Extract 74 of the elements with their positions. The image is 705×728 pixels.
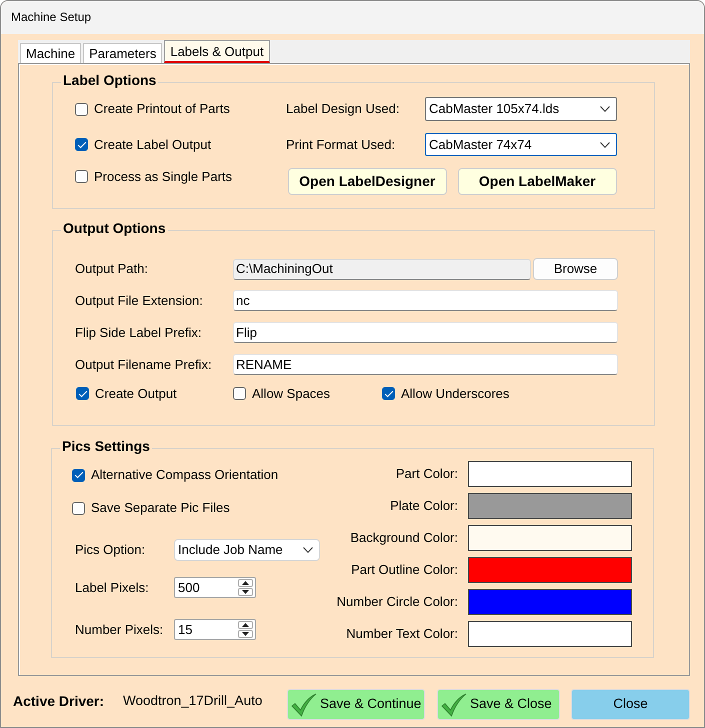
group-title: Output Options — [61, 220, 168, 236]
color-swatch[interactable] — [468, 557, 632, 583]
text-field[interactable]: RENAME — [233, 354, 618, 375]
text-field[interactable]: Flip — [233, 322, 618, 343]
checkbox[interactable] — [76, 387, 89, 400]
field-label: Number Circle Color: — [336, 594, 458, 610]
group-title: Label Options — [61, 72, 158, 88]
checkbox[interactable] — [233, 387, 246, 400]
check-icon — [441, 692, 467, 716]
field-label: Number Pixels: — [75, 622, 164, 638]
field-label: Print Format Used: — [286, 136, 396, 152]
field-label: Output Path: — [75, 261, 149, 277]
field-label: Output File Extension: — [75, 292, 204, 308]
driver-name: Woodtron_17Drill_Auto — [123, 693, 264, 710]
field-label: Plate Color: — [389, 498, 458, 514]
checkbox-label[interactable]: Create Output — [95, 386, 177, 402]
browse-button[interactable]: Browse — [533, 258, 618, 280]
chevron-down-icon — [600, 142, 610, 148]
down-arrow-icon — [242, 590, 249, 594]
checkbox-label[interactable]: Create Printout of Parts — [94, 101, 230, 117]
color-swatch[interactable] — [468, 589, 632, 615]
checkbox-label[interactable]: Process as Single Parts — [94, 169, 232, 185]
close-button[interactable]: Close — [571, 689, 690, 720]
up-arrow-icon — [242, 581, 249, 585]
field-label: Label Pixels: — [75, 580, 150, 596]
checkbox-label[interactable]: Allow Spaces — [252, 386, 330, 402]
tab[interactable]: Machine — [20, 43, 82, 63]
save-button[interactable]: Save & Continue — [287, 689, 425, 720]
color-swatch[interactable] — [468, 525, 632, 551]
driver-label: Active Driver: — [13, 693, 106, 710]
field-label: Label Design Used: — [286, 101, 400, 117]
field-label: Number Text Color: — [345, 626, 458, 642]
checkbox[interactable] — [75, 102, 88, 116]
color-swatch[interactable] — [468, 621, 632, 647]
field-label: Part Color: — [394, 466, 458, 482]
checkbox[interactable] — [75, 170, 88, 184]
up-arrow-icon — [242, 623, 249, 627]
chevron-down-icon — [303, 547, 313, 553]
field-label: Background Color: — [349, 530, 458, 546]
color-swatch[interactable] — [468, 493, 632, 519]
checkbox-label[interactable]: Allow Underscores — [401, 386, 510, 402]
open-button[interactable]: Open LabelMaker — [458, 168, 617, 195]
field-label: Pics Option: — [75, 542, 146, 558]
down-arrow-icon — [242, 632, 249, 636]
field-label: Part Outline Color: — [350, 562, 458, 578]
text-field[interactable]: nc — [233, 290, 618, 311]
field-label: Output Filename Prefix: — [75, 356, 213, 372]
dropdown[interactable]: Include Job Name — [174, 539, 320, 561]
group-title: Pics Settings — [60, 438, 152, 454]
window-title: Machine Setup — [11, 10, 92, 25]
checkbox-label[interactable]: Save Separate Pic Files — [91, 500, 230, 516]
spin-up-button[interactable] — [238, 579, 253, 587]
spin-down-button[interactable] — [238, 588, 253, 596]
spin-up-button[interactable] — [238, 621, 253, 629]
checkbox-label[interactable]: Create Label Output — [94, 136, 212, 152]
save-button[interactable]: Save & Close — [437, 689, 560, 720]
open-button[interactable]: Open LabelDesigner — [288, 168, 446, 195]
text-field[interactable]: C:\MachiningOut — [233, 258, 531, 280]
dropdown[interactable]: CabMaster 74x74 — [425, 133, 617, 156]
number-spinner[interactable]: 15 — [174, 619, 256, 640]
check-icon — [291, 692, 317, 716]
tab[interactable]: Labels & Output — [164, 40, 270, 63]
checkbox[interactable] — [72, 502, 85, 514]
spin-down-button[interactable] — [238, 630, 253, 638]
checkbox[interactable] — [75, 138, 88, 151]
field-label: Flip Side Label Prefix: — [75, 324, 202, 340]
number-spinner[interactable]: 500 — [174, 577, 256, 598]
tab[interactable]: Parameters — [83, 43, 162, 63]
checkbox-label[interactable]: Alternative Compass Orientation — [91, 467, 278, 483]
color-swatch[interactable] — [468, 461, 632, 487]
chevron-down-icon — [600, 106, 610, 112]
checkbox[interactable] — [382, 387, 395, 400]
dropdown[interactable]: CabMaster 105x74.lds — [425, 97, 617, 121]
checkbox[interactable] — [72, 468, 85, 482]
